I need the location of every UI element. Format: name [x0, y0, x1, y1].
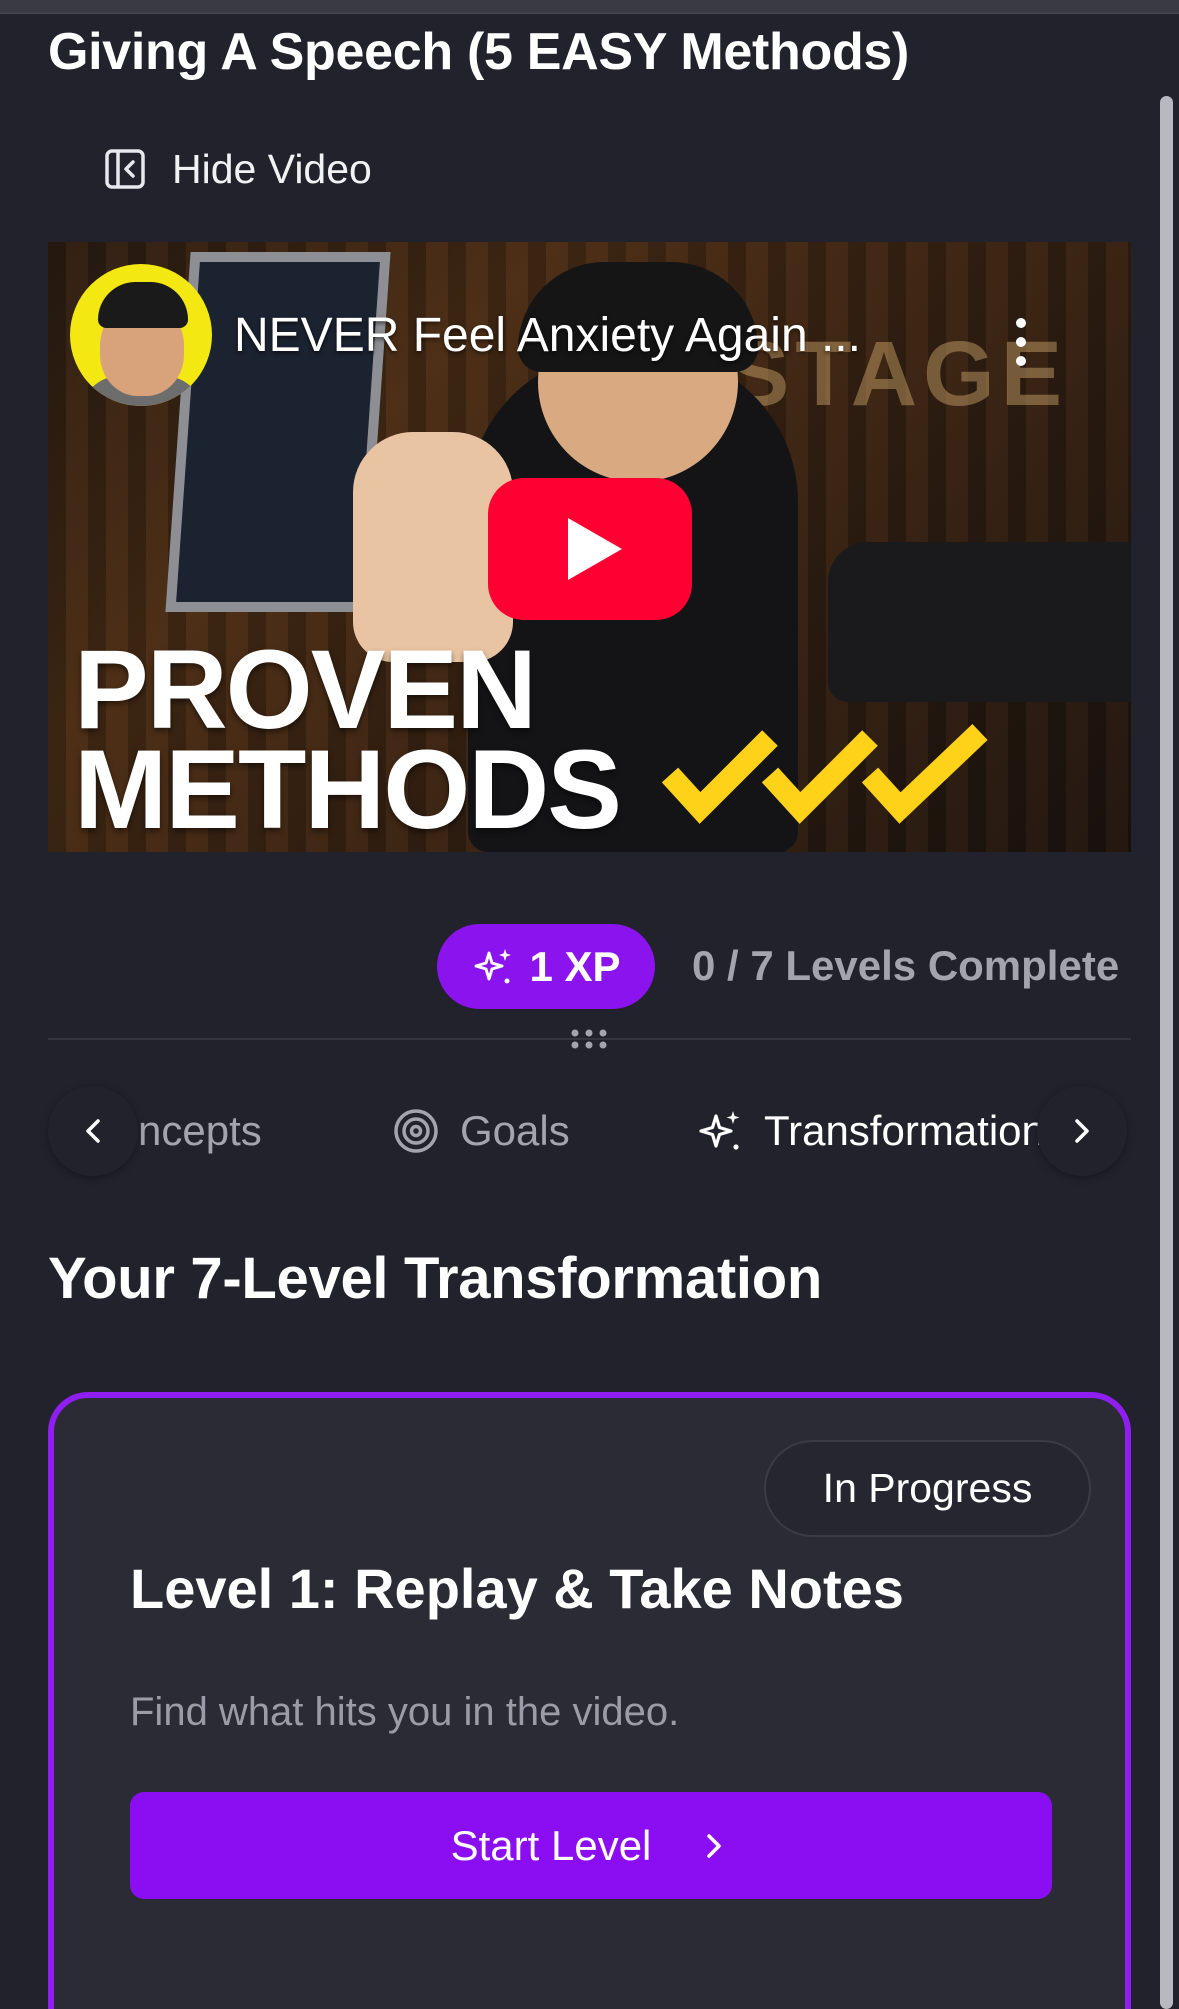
- browser-top-edge: [0, 0, 1179, 14]
- chevron-right-icon: [1075, 1119, 1089, 1143]
- video-background-couch: [828, 542, 1131, 702]
- checkmarks-icon: [661, 724, 988, 824]
- youtube-play-icon[interactable]: [488, 478, 692, 620]
- video-player[interactable]: STAGE NEVER Feel Anxiety Again ... PROVE…: [48, 242, 1131, 852]
- video-overlay-text-line2: METHODS: [74, 727, 622, 852]
- tabs-scroll-left-button[interactable]: [48, 1086, 138, 1176]
- drag-handle-icon[interactable]: [568, 1028, 610, 1050]
- level-card: In Progress Level 1: Replay & Take Notes…: [48, 1392, 1131, 2009]
- level-description: Find what hits you in the video.: [130, 1690, 680, 1734]
- levels-complete-text: 0 / 7 Levels Complete: [692, 942, 1120, 989]
- sparkles-icon: [474, 948, 512, 983]
- tab-goals[interactable]: Goals: [392, 1086, 570, 1176]
- page-scrollbar[interactable]: [1160, 96, 1173, 2009]
- hide-video-button[interactable]: Hide Video: [104, 146, 372, 192]
- xp-badge: 1 XP: [437, 924, 655, 1009]
- tab-concepts-label: ncepts: [138, 1107, 262, 1154]
- tab-transformation-label: Transformation: [764, 1107, 1045, 1154]
- start-level-label: Start Level: [450, 1821, 652, 1869]
- level-title: Level 1: Replay & Take Notes: [130, 1557, 904, 1620]
- tabs-scroll-right-button[interactable]: [1037, 1086, 1127, 1176]
- hide-video-label: Hide Video: [172, 145, 372, 192]
- chevron-right-icon: [707, 1833, 722, 1858]
- panel-collapse-icon: [105, 149, 145, 189]
- video-title[interactable]: NEVER Feel Anxiety Again ...: [234, 308, 861, 363]
- sparkles-icon: [699, 1111, 740, 1150]
- page-title: Giving A Speech (5 EASY Methods): [48, 23, 910, 81]
- target-icon: [394, 1109, 438, 1153]
- tab-goals-label: Goals: [460, 1107, 570, 1154]
- more-options-icon[interactable]: [1006, 314, 1036, 370]
- tab-transformation[interactable]: Transformation: [652, 1086, 1092, 1176]
- channel-avatar[interactable]: [70, 264, 212, 406]
- chevron-left-icon: [86, 1119, 100, 1143]
- tab-concepts[interactable]: ncepts: [138, 1086, 262, 1176]
- start-level-button[interactable]: Start Level: [130, 1792, 1052, 1899]
- xp-label: 1 XP: [529, 942, 621, 990]
- status-badge: In Progress: [764, 1440, 1091, 1537]
- avatar-hair: [98, 282, 188, 328]
- tab-bar: ncepts Goals Transformation: [48, 1086, 1131, 1176]
- section-title: Your 7-Level Transformation: [48, 1246, 822, 1311]
